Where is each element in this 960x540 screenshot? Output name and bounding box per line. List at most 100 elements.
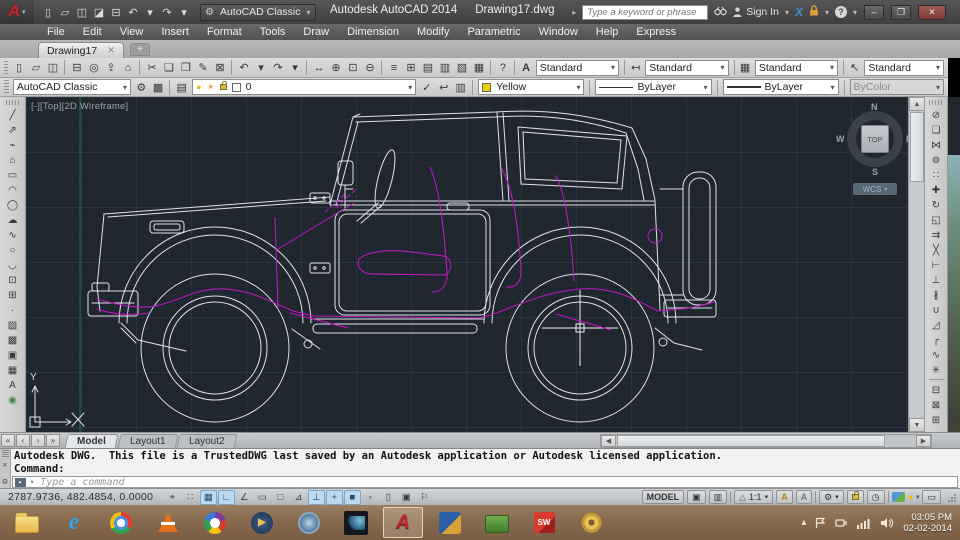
plot-icon[interactable]: ⊟ <box>108 4 124 21</box>
scroll-down-icon[interactable]: ▼ <box>909 418 925 432</box>
undo-icon[interactable]: ↶ <box>235 59 252 76</box>
command-input-row[interactable]: ▸ ▾ <box>12 476 958 488</box>
publish-icon[interactable]: ⇪ <box>102 59 119 76</box>
scale-icon[interactable]: ◱ <box>927 212 945 227</box>
viewcube-west[interactable]: W <box>836 134 845 144</box>
tray-expand-icon[interactable]: ▴ <box>801 517 806 528</box>
viewcube-top-face[interactable]: TOP <box>861 125 889 153</box>
properties-palette-icon[interactable]: ≡ <box>385 59 402 76</box>
menu-edit[interactable]: Edit <box>74 24 111 40</box>
internet-explorer-icon[interactable]: e <box>54 507 94 538</box>
layer-properties-icon[interactable]: ▤ <box>173 79 190 96</box>
menu-tools[interactable]: Tools <box>251 24 295 40</box>
search-binoculars-icon[interactable] <box>714 6 727 19</box>
autocad-icon[interactable]: A <box>383 507 423 538</box>
toolbar-grip[interactable] <box>6 100 20 105</box>
save-icon[interactable]: ◫ <box>44 59 61 76</box>
menu-help[interactable]: Help <box>587 24 628 40</box>
spline-icon[interactable]: ∿ <box>4 227 22 242</box>
ellipse-icon[interactable]: ○ <box>4 242 22 257</box>
chevron-down-icon[interactable]: ▾ <box>785 8 789 17</box>
color-control-dropdown[interactable]: Yellow▾ <box>478 79 584 95</box>
text-style-dropdown[interactable]: Standard▾ <box>536 60 619 76</box>
power-plug-icon[interactable] <box>835 517 848 529</box>
insert-block-icon[interactable]: ⊡ <box>4 272 22 287</box>
model-space-button[interactable]: MODEL <box>642 490 685 504</box>
multiline-text-icon[interactable]: A <box>4 377 22 392</box>
layout-tab-layout1[interactable]: Layout1 <box>117 434 178 449</box>
region-icon[interactable]: ▣ <box>4 347 22 362</box>
circle-icon[interactable]: ◯ <box>4 197 22 212</box>
resize-grip[interactable] <box>947 493 956 502</box>
rotate-icon[interactable]: ↻ <box>927 197 945 212</box>
chevron-down-icon[interactable]: ▾ <box>853 8 857 17</box>
zoom-window-icon[interactable]: ⊡ <box>344 59 361 76</box>
quick-properties-toggle[interactable]: ▯ <box>380 490 397 505</box>
taskbar-clock[interactable]: 03:05 PM 02-02-2014 <box>903 512 952 534</box>
vertical-scrollbar[interactable]: ▲ ▼ <box>908 97 924 432</box>
dynamic-ucs-toggle[interactable]: ⊥ <box>308 490 325 505</box>
speaker-icon[interactable] <box>880 517 894 529</box>
layer-previous-icon[interactable]: ↩ <box>435 79 452 96</box>
undo-icon[interactable]: ↶ <box>125 4 141 21</box>
vertical-scroll-thumb[interactable] <box>910 112 924 182</box>
horizontal-scrollbar[interactable]: ◀ ▶ <box>600 434 932 448</box>
explode-icon[interactable]: ✳ <box>927 362 945 377</box>
hatch-icon[interactable]: ▨ <box>4 317 22 332</box>
movie-app-icon[interactable] <box>430 507 470 538</box>
layout-tab-model[interactable]: Model <box>64 434 118 449</box>
annotation-visibility-icon[interactable]: A <box>776 490 793 504</box>
blend-curves-icon[interactable]: ∿ <box>927 347 945 362</box>
close-tab-icon[interactable]: ✕ <box>107 45 115 56</box>
menu-insert[interactable]: Insert <box>152 24 198 40</box>
export-dwf-icon[interactable]: ⌂ <box>119 59 136 76</box>
linetype-control-dropdown[interactable]: ByLayer▾ <box>595 79 711 95</box>
solidworks-icon[interactable]: SW <box>524 507 564 538</box>
layer-control-dropdown[interactable]: ● ☀ 0 ▾ <box>192 79 416 95</box>
table-style-dropdown[interactable]: Standard▾ <box>755 60 838 76</box>
make-block-icon[interactable]: ⊞ <box>4 287 22 302</box>
dimension-style-dropdown[interactable]: Standard▾ <box>645 60 728 76</box>
menu-parametric[interactable]: Parametric <box>458 24 529 40</box>
exchange-apps-icon[interactable]: X <box>795 5 803 19</box>
new-file-icon[interactable]: ▯ <box>40 4 56 21</box>
object-snap-toggle[interactable]: ▭ <box>254 490 271 505</box>
scroll-up-icon[interactable]: ▲ <box>909 97 925 111</box>
search-expand-icon[interactable]: ▸ <box>572 8 576 17</box>
menu-dimension[interactable]: Dimension <box>338 24 408 40</box>
line-tool-icon[interactable]: ╱ <box>4 107 22 122</box>
trim-icon[interactable]: ╳ <box>927 242 945 257</box>
markup-set-manager-icon[interactable]: ▧ <box>453 59 470 76</box>
sheet-set-manager-icon[interactable]: ▥ <box>436 59 453 76</box>
add-selected-icon[interactable]: ◉ <box>4 392 22 407</box>
picasa-icon[interactable] <box>195 507 235 538</box>
copy-icon[interactable]: ❏ <box>927 122 945 137</box>
first-tab-icon[interactable]: « <box>1 434 15 447</box>
copy-clip-icon[interactable]: ❏ <box>160 59 177 76</box>
menu-format[interactable]: Format <box>198 24 251 40</box>
help-icon[interactable]: ? <box>494 59 511 76</box>
chrome-icon[interactable] <box>101 507 141 538</box>
mirror-icon[interactable]: ⋈ <box>927 137 945 152</box>
annotation-scale-button[interactable]: △ 1:1 ▾ <box>734 490 773 504</box>
action-center-flag-icon[interactable] <box>815 517 826 529</box>
show-lineweight-toggle[interactable]: ■ <box>344 490 361 505</box>
layout-tab-layout2[interactable]: Layout2 <box>177 434 238 449</box>
open-file-icon[interactable]: ▱ <box>57 4 73 21</box>
table-icon[interactable]: ▦ <box>4 362 22 377</box>
zoom-realtime-icon[interactable]: ⊕ <box>327 59 344 76</box>
undo-dropdown-icon[interactable]: ▾ <box>252 59 269 76</box>
designcenter-icon[interactable]: ⊞ <box>402 59 419 76</box>
dynamic-input-toggle[interactable]: + <box>326 490 343 505</box>
quick-view-layouts-icon[interactable]: ▥ <box>709 490 728 504</box>
application-menu-button[interactable]: A▾ <box>0 0 34 24</box>
redo-icon[interactable]: ↷ <box>269 59 286 76</box>
cut-icon[interactable]: ✂ <box>143 59 160 76</box>
break-icon[interactable]: ∦ <box>927 287 945 302</box>
close-button[interactable]: ✕ <box>918 5 946 20</box>
redo-dropdown-icon[interactable]: ▾ <box>286 59 303 76</box>
infer-constraints-toggle[interactable]: ⌖ <box>164 490 181 505</box>
menu-express[interactable]: Express <box>627 24 685 40</box>
performance-tuner-icon[interactable]: ● <box>908 492 913 502</box>
my-workspace-icon[interactable]: ▩ <box>150 79 167 96</box>
